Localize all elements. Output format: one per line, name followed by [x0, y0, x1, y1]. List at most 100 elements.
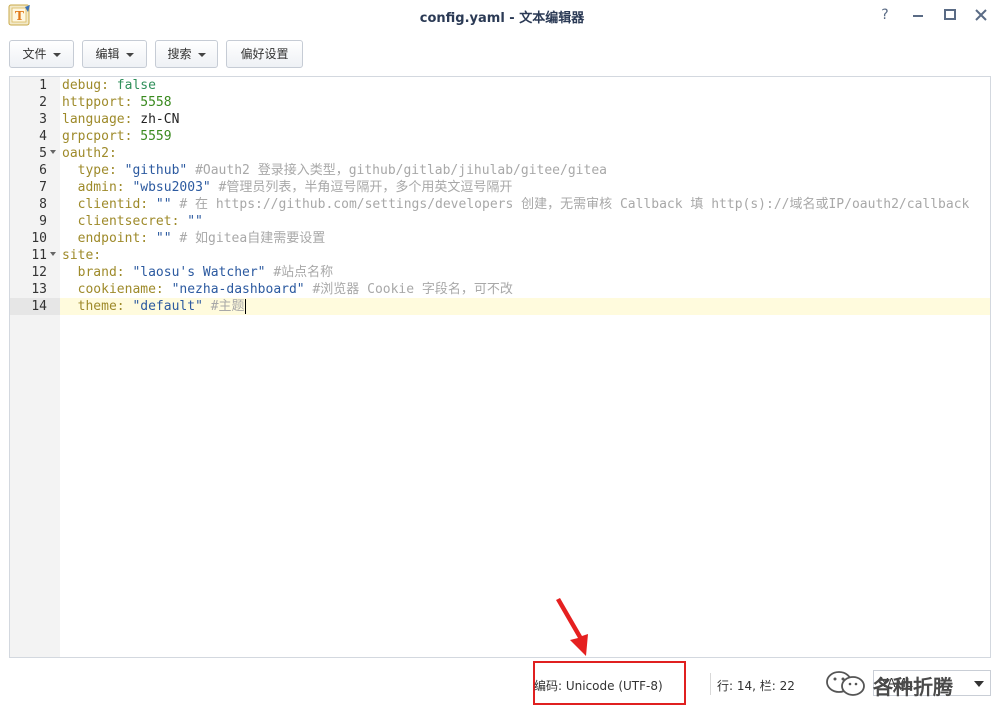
file-menu-button[interactable]: 文件	[9, 40, 74, 68]
code-text: oauth2:	[62, 145, 117, 162]
search-menu-label: 搜索	[167, 47, 192, 61]
code-line[interactable]: 8 clientid: "" # 在 https://github.com/se…	[10, 196, 990, 213]
watermark-text: 各种折腾	[873, 675, 953, 699]
line-number: 2	[39, 95, 47, 110]
code-line[interactable]: 3 language: zh-CN	[10, 111, 990, 128]
line-number: 11	[31, 248, 47, 263]
yaml-key: clientsecret:	[62, 214, 180, 229]
yaml-key: httpport:	[62, 95, 133, 110]
line-number: 5	[39, 146, 47, 161]
yaml-value: 5558	[132, 95, 172, 110]
help-icon[interactable]: ?	[876, 6, 894, 24]
code-line[interactable]: 10 endpoint: "" # 如gitea自建需要设置	[10, 230, 990, 247]
line-number: 4	[39, 129, 47, 144]
code-line[interactable]: 1 debug: false	[10, 77, 990, 94]
title-bar: T config.yaml - 文本编辑器 ?	[0, 0, 1004, 32]
yaml-value: ""	[148, 231, 172, 246]
yaml-value: "laosu's Watcher"	[124, 265, 266, 280]
cursor-position-status: 行: 14, 栏: 22	[717, 679, 795, 693]
code-line[interactable]: 9 clientsecret: ""	[10, 213, 990, 230]
code-text: clientsecret: ""	[62, 213, 203, 230]
code-line[interactable]: 6 type: "github" #Oauth2 登录接入类型，github/g…	[10, 162, 990, 179]
maximize-icon[interactable]	[941, 6, 959, 24]
code-line[interactable]: 7 admin: "wbsu2003" #管理员列表，半角逗号隔开，多个用英文逗…	[10, 179, 990, 196]
fold-toggle-icon[interactable]	[50, 252, 56, 256]
yaml-key: grpcport:	[62, 129, 133, 144]
yaml-comment: #管理员列表，半角逗号隔开，多个用英文逗号隔开	[210, 180, 513, 195]
yaml-key: theme:	[62, 299, 125, 314]
toolbar: 文件 编辑 搜索 偏好设置	[0, 36, 1004, 72]
yaml-key: clientid:	[62, 197, 149, 212]
code-line[interactable]: 11 site:	[10, 247, 990, 264]
code-line[interactable]: 13 cookiename: "nezha-dashboard" #浏览器 Co…	[10, 281, 990, 298]
code-text: theme: "default" #主题	[62, 298, 246, 315]
yaml-comment: # 如gitea自建需要设置	[171, 231, 326, 246]
yaml-key: oauth2:	[62, 146, 117, 161]
code-text: grpcport: 5559	[62, 128, 172, 145]
line-number: 3	[39, 112, 47, 127]
code-line[interactable]: 2 httpport: 5558	[10, 94, 990, 111]
red-arrow-annotation	[556, 598, 588, 656]
close-icon[interactable]	[972, 6, 990, 24]
encoding-status[interactable]: 编码: Unicode (UTF-8)	[534, 677, 663, 694]
code-editor[interactable]: 1 debug: false 2 httpport: 5558 3 language: z…	[9, 76, 991, 658]
line-number: 12	[31, 265, 47, 280]
code-text: brand: "laosu's Watcher" #站点名称	[62, 264, 334, 281]
line-number: 6	[39, 163, 47, 178]
yaml-value: 5559	[132, 129, 172, 144]
yaml-key: site:	[62, 248, 102, 263]
file-menu-label: 文件	[22, 47, 47, 61]
status-divider	[710, 673, 711, 695]
yaml-comment: #主题	[202, 299, 245, 314]
chevron-down-icon	[197, 52, 206, 57]
search-menu-button[interactable]: 搜索	[155, 40, 218, 68]
yaml-value: zh-CN	[132, 112, 180, 127]
code-text: language: zh-CN	[62, 111, 179, 128]
code-text: clientid: "" # 在 https://github.com/sett…	[62, 196, 970, 213]
line-number: 10	[31, 231, 47, 246]
code-text: endpoint: "" # 如gitea自建需要设置	[62, 230, 326, 247]
yaml-key: debug:	[62, 78, 109, 93]
line-number: 13	[31, 282, 47, 297]
yaml-key: admin:	[62, 180, 125, 195]
yaml-comment: #站点名称	[265, 265, 334, 280]
code-line[interactable]: 5 oauth2:	[10, 145, 990, 162]
code-line[interactable]: 12 brand: "laosu's Watcher" #站点名称	[10, 264, 990, 281]
code-text: httpport: 5558	[62, 94, 172, 111]
window-title: config.yaml - 文本编辑器	[419, 11, 585, 26]
yaml-key: brand:	[62, 265, 125, 280]
yaml-value: "nezha-dashboard"	[163, 282, 305, 297]
code-text: cookiename: "nezha-dashboard" #浏览器 Cooki…	[62, 281, 513, 298]
preferences-button[interactable]: 偏好设置	[226, 40, 303, 68]
yaml-value: false	[108, 78, 156, 93]
yaml-comment: #浏览器 Cookie 字段名，可不改	[304, 282, 513, 297]
yaml-comment: #Oauth2 登录接入类型，github/gitlab/jihulab/git…	[187, 163, 607, 178]
line-number: 7	[39, 180, 47, 195]
code-line[interactable]: 4 grpcport: 5559	[10, 128, 990, 145]
minimize-icon[interactable]	[909, 6, 927, 24]
fold-toggle-icon[interactable]	[50, 150, 56, 154]
code-lines[interactable]: 1 debug: false 2 httpport: 5558 3 language: z…	[10, 77, 990, 315]
edit-menu-button[interactable]: 编辑	[82, 40, 147, 68]
status-bar: 编码: Unicode (UTF-8) 行: 14, 栏: 22 YAML 各种…	[0, 660, 1004, 710]
chevron-down-icon	[52, 52, 61, 57]
code-text: debug: false	[62, 77, 156, 94]
chevron-down-icon	[974, 681, 984, 687]
code-text: admin: "wbsu2003" #管理员列表，半角逗号隔开，多个用英文逗号隔…	[62, 179, 513, 196]
yaml-value: "default"	[124, 299, 203, 314]
yaml-key: type:	[62, 163, 117, 178]
line-number: 14	[10, 298, 60, 315]
wechat-watermark-icon	[826, 671, 865, 696]
yaml-value: "github"	[116, 163, 188, 178]
edit-menu-label: 编辑	[95, 47, 120, 61]
code-line[interactable]: 14 theme: "default" #主题	[10, 298, 990, 315]
line-number: 8	[39, 197, 47, 212]
yaml-comment: # 在 https://github.com/settings/develope…	[171, 197, 970, 212]
line-number: 9	[39, 214, 47, 229]
yaml-value: ""	[179, 214, 203, 229]
chevron-down-icon	[125, 52, 134, 57]
yaml-key: language:	[62, 112, 133, 127]
yaml-key: cookiename:	[62, 282, 164, 297]
yaml-key: endpoint:	[62, 231, 149, 246]
yaml-value: "wbsu2003"	[124, 180, 211, 195]
